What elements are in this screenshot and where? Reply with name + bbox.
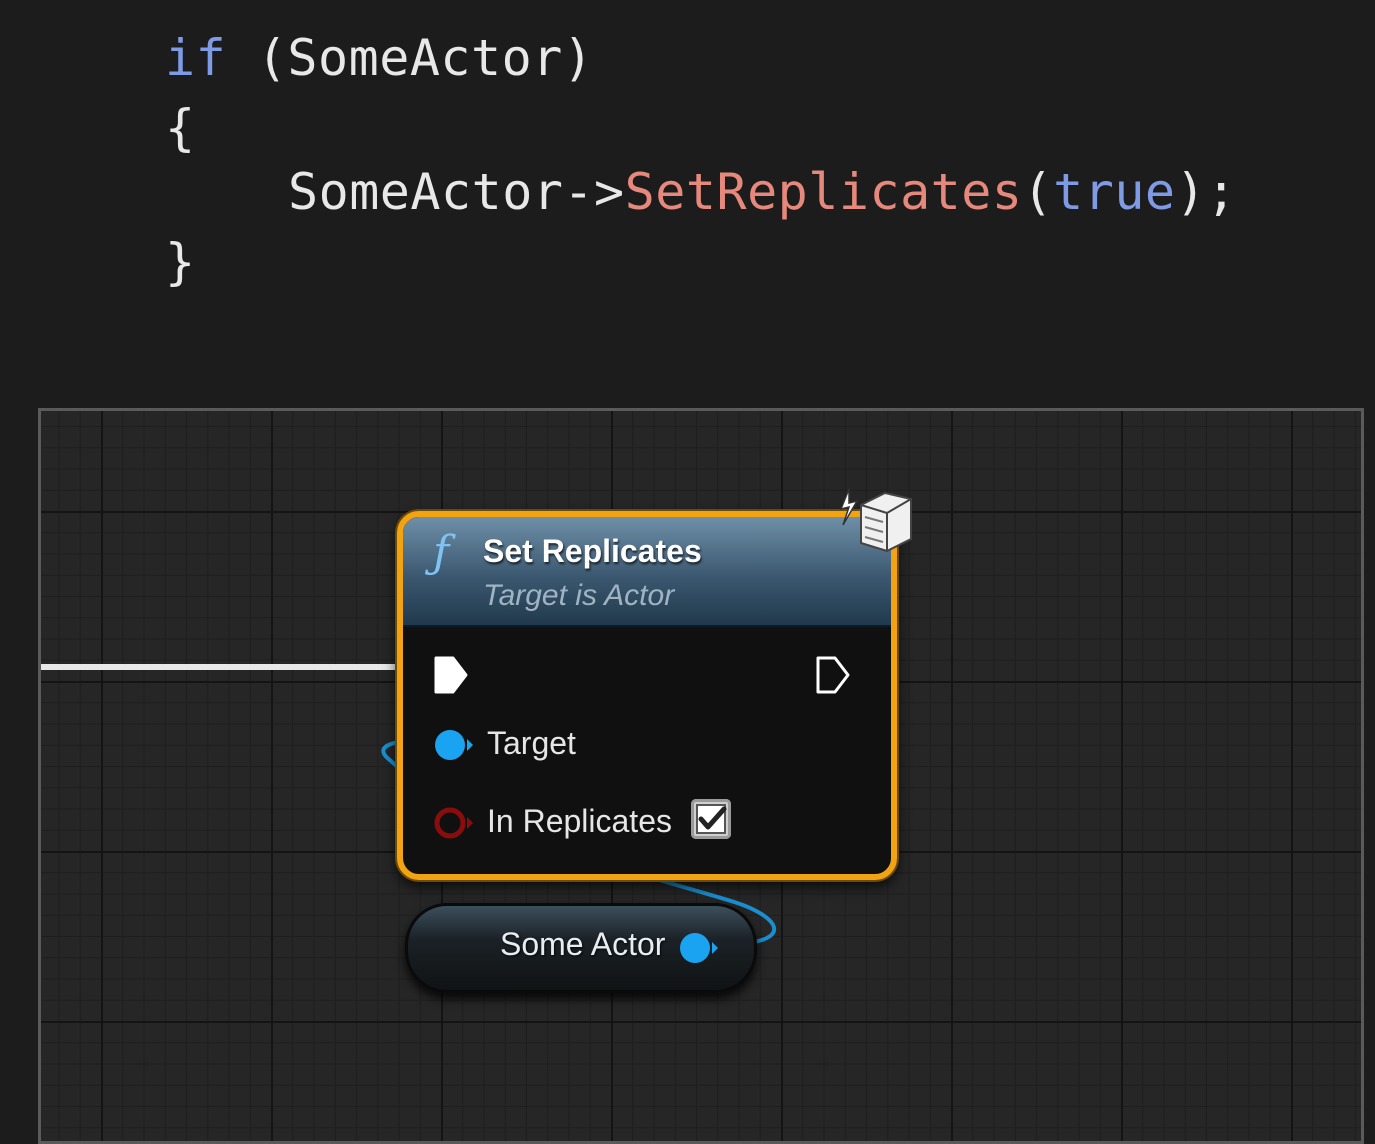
set-replicates-node[interactable]: ƒ Set Replicates Target is Actor Target …	[397, 511, 897, 880]
variable-label: Some Actor	[500, 926, 666, 962]
function-icon: ƒ	[433, 527, 450, 578]
target-pin-icon[interactable]	[433, 727, 475, 763]
code-object: SomeActor	[288, 163, 564, 221]
code-open-paren: (	[1022, 163, 1054, 221]
code-arg-true: true	[1053, 163, 1176, 221]
in-replicates-pin-label: In Replicates	[487, 803, 672, 839]
code-close: );	[1175, 163, 1237, 221]
some-actor-output-pin-icon[interactable]	[678, 930, 720, 966]
node-subtitle: Target is Actor	[483, 579, 675, 612]
node-title: Set Replicates	[483, 533, 702, 569]
code-line-close-brace: }	[165, 233, 196, 291]
code-method: SetReplicates	[624, 163, 1023, 221]
exec-out-pin-icon[interactable]	[815, 655, 851, 695]
code-arrow: ->	[563, 163, 625, 221]
blueprint-graph[interactable]: ƒ Set Replicates Target is Actor Target …	[38, 408, 1364, 1144]
node-header[interactable]: ƒ Set Replicates Target is Actor	[403, 517, 891, 627]
checkmark-icon	[696, 804, 727, 834]
in-replicates-pin-icon[interactable]	[433, 805, 475, 841]
exec-in-pin-icon[interactable]	[433, 655, 469, 695]
target-pin-label: Target	[487, 725, 576, 761]
code-keyword-if: if	[165, 29, 227, 87]
code-snippet: if (SomeActor) { SomeActor->SetReplicate…	[0, 0, 1375, 400]
code-line-if: if (SomeActor)	[165, 28, 593, 88]
code-line-open-brace: {	[165, 99, 196, 157]
code-line-call: SomeActor->SetReplicates(true);	[288, 162, 1237, 222]
some-actor-variable-node[interactable]: Some Actor	[405, 903, 757, 993]
in-replicates-checkbox[interactable]	[691, 799, 731, 839]
code-if-condition: (SomeActor)	[226, 29, 594, 87]
replication-server-icon	[839, 488, 912, 553]
